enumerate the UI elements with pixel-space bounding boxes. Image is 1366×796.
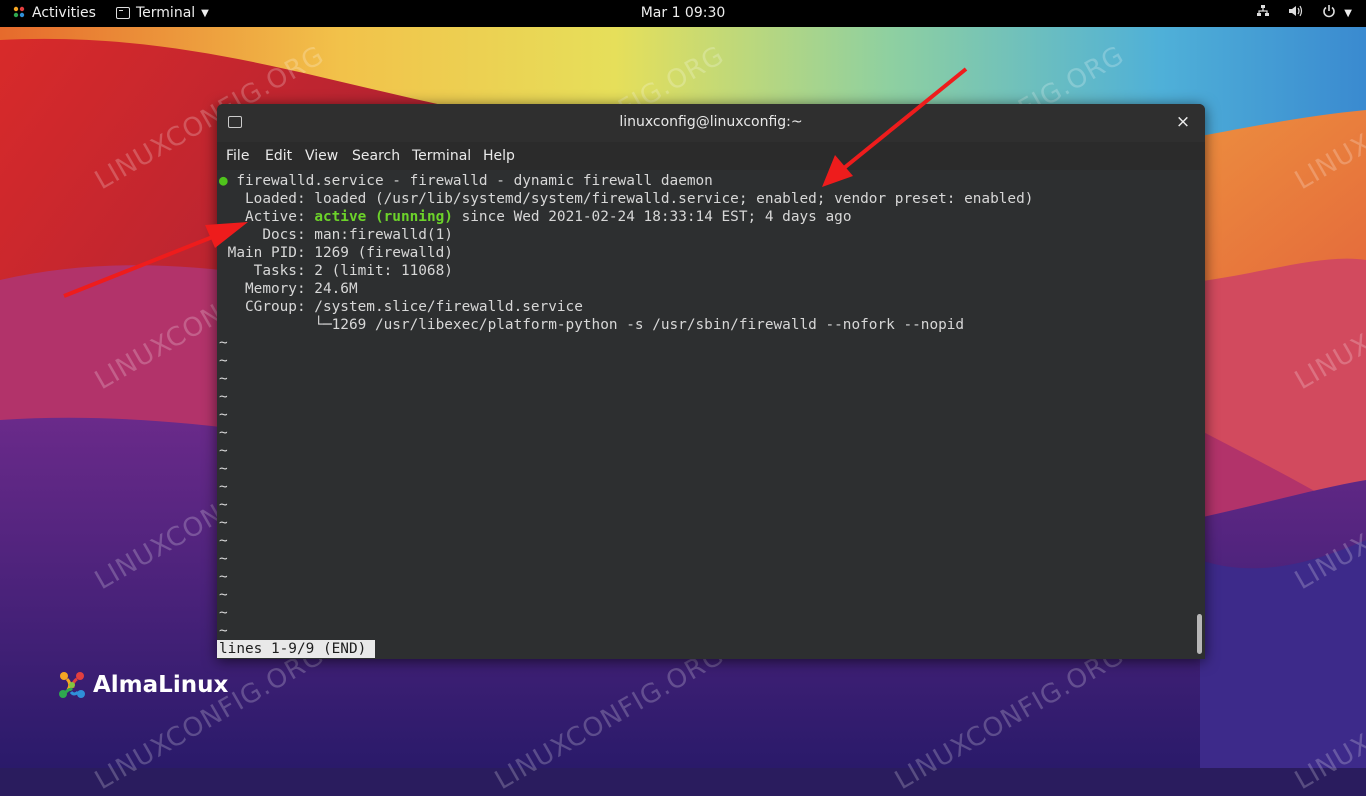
almalinux-logo-icon — [59, 672, 85, 698]
network-icon[interactable] — [1256, 0, 1270, 26]
tilde-line: ~ — [219, 443, 228, 459]
menu-search[interactable]: Search — [352, 148, 400, 164]
tilde-line: ~ — [219, 551, 228, 567]
tilde-line: ~ — [219, 605, 228, 621]
tilde-line: ~ — [219, 371, 228, 387]
window-title: linuxconfig@linuxconfig:~ — [619, 114, 803, 130]
tilde-line: ~ — [219, 425, 228, 441]
tilde-line: ~ — [219, 461, 228, 477]
power-icon[interactable] — [1322, 0, 1336, 26]
pager-status-bar: lines 1-9/9 (END) — [217, 640, 376, 658]
tilde-line: ~ — [219, 533, 228, 549]
almalinux-wordmark: AlmaLinux — [93, 672, 229, 698]
terminal-line: Memory: 24.6M — [219, 281, 358, 297]
tilde-line: ~ — [219, 407, 228, 423]
terminal-line: Loaded: loaded (/usr/lib/systemd/system/… — [219, 191, 1034, 207]
terminal-window: linuxconfig@linuxconfig:~ × File Edit Vi… — [217, 104, 1205, 659]
top-bar: Activities Terminal ▼ Mar 1 09:30 ▼ — [0, 0, 1366, 27]
scrollbar-thumb[interactable] — [1197, 614, 1202, 654]
terminal-line: CGroup: /system.slice/firewalld.service — [219, 299, 583, 315]
volume-icon[interactable] — [1288, 0, 1304, 26]
terminal-line: └─1269 /usr/libexec/platform-python -s /… — [219, 317, 965, 333]
clock[interactable]: Mar 1 09:30 — [0, 0, 1366, 27]
active-status: active (running) — [314, 209, 453, 225]
tilde-line: ~ — [219, 569, 228, 585]
tilde-line: ~ — [219, 623, 228, 639]
status-dot-icon: ● — [219, 173, 228, 189]
terminal-line: Tasks: 2 (limit: 11068) — [219, 263, 453, 279]
terminal-line: Docs: man:firewalld(1) — [219, 227, 453, 243]
tilde-line: ~ — [219, 353, 228, 369]
tilde-line: ~ — [219, 587, 228, 603]
terminal-line: Active: active (running) since Wed 2021-… — [219, 209, 852, 225]
menu-edit[interactable]: Edit — [265, 148, 292, 164]
chevron-down-icon[interactable]: ▼ — [1344, 1, 1352, 27]
tilde-line: ~ — [219, 335, 228, 351]
tilde-line: ~ — [219, 479, 228, 495]
terminal-output[interactable]: ● firewalld.service - firewalld - dynami… — [217, 170, 1195, 659]
tilde-line: ~ — [219, 515, 228, 531]
tilde-line: ~ — [219, 389, 228, 405]
menu-file[interactable]: File — [226, 148, 249, 164]
system-tray[interactable]: ▼ — [1242, 0, 1352, 27]
tilde-line: ~ — [219, 497, 228, 513]
menu-bar: File Edit View Search Terminal Help — [217, 142, 1205, 170]
menu-terminal[interactable]: Terminal — [412, 148, 471, 164]
terminal-line: Main PID: 1269 (firewalld) — [219, 245, 453, 261]
menu-view[interactable]: View — [305, 148, 338, 164]
close-button[interactable]: × — [1173, 112, 1193, 132]
terminal-line: ● firewalld.service - firewalld - dynami… — [219, 173, 713, 189]
window-titlebar[interactable]: linuxconfig@linuxconfig:~ × — [217, 104, 1205, 142]
scrollbar[interactable] — [1195, 170, 1205, 659]
menu-help[interactable]: Help — [483, 148, 515, 164]
